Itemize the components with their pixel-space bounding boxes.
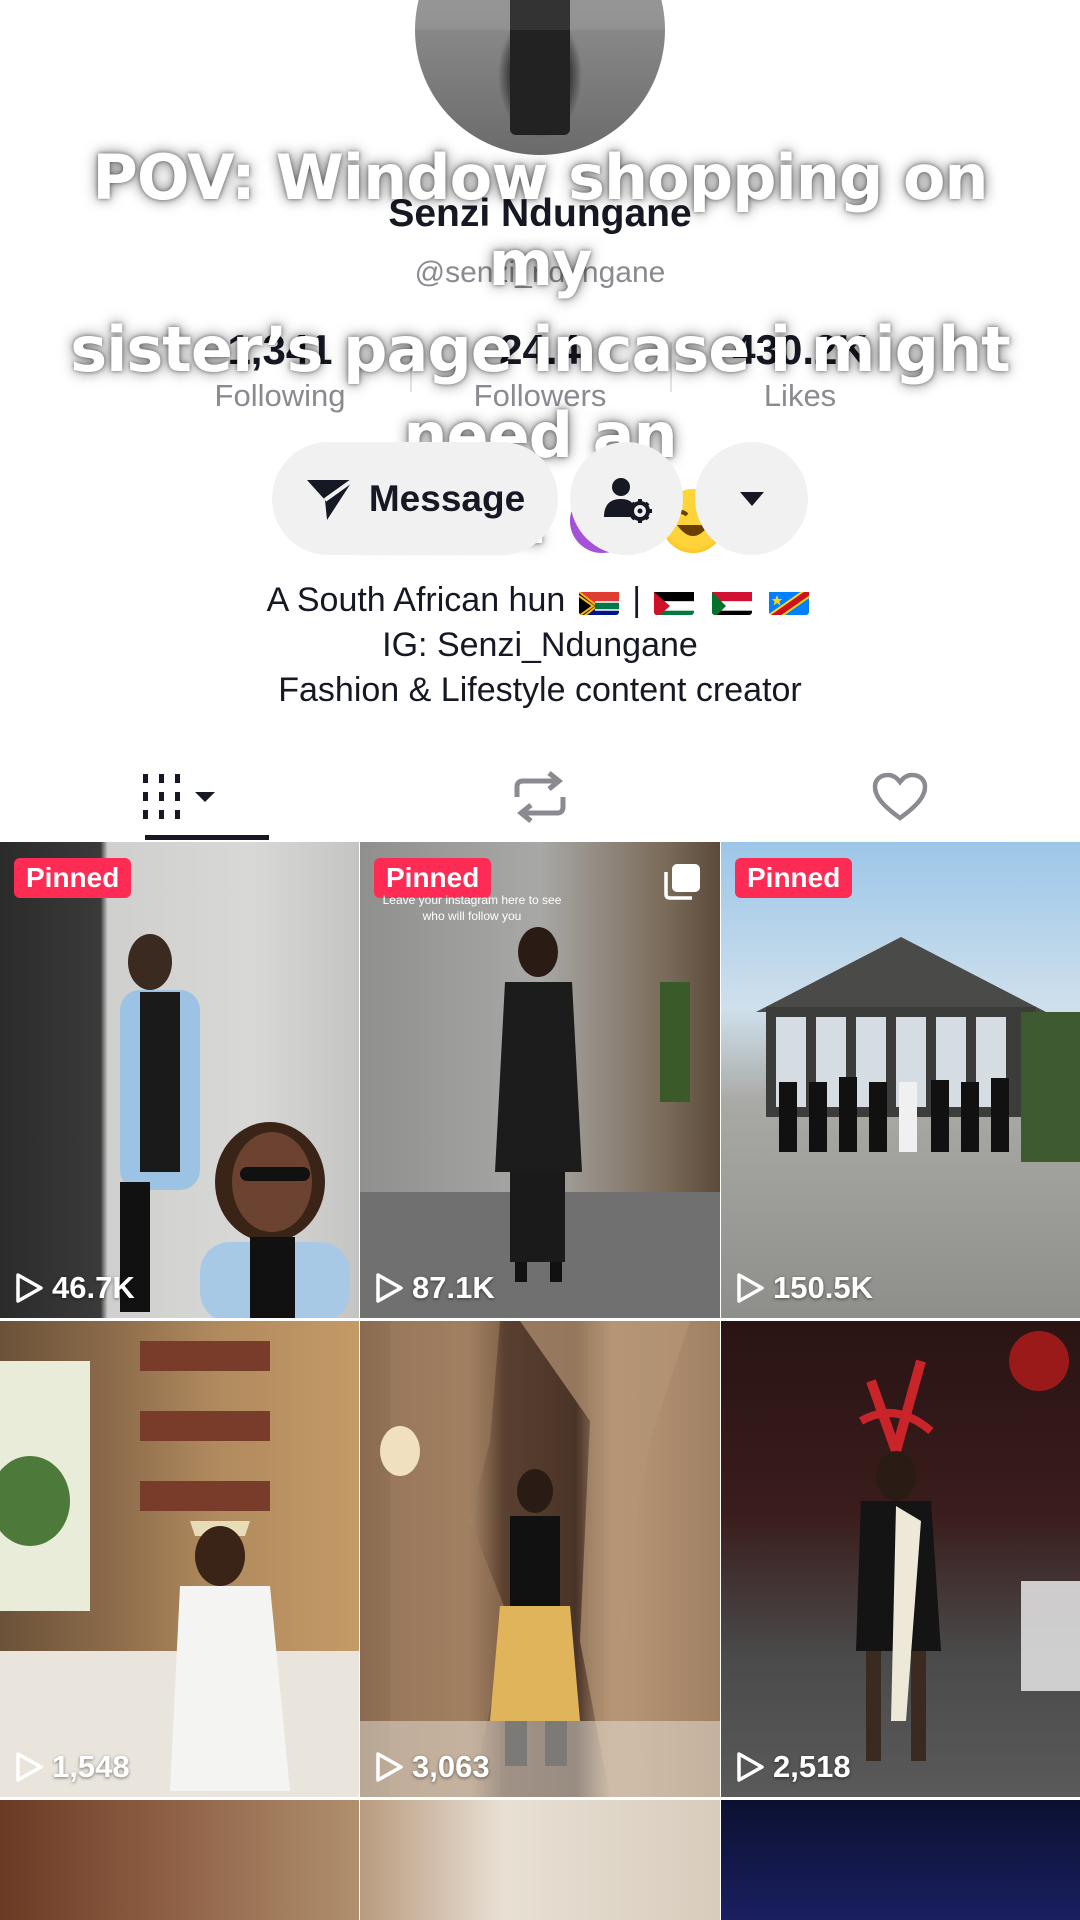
play-icon (737, 1752, 764, 1782)
palestine-flag-icon (654, 587, 695, 615)
play-icon (16, 1273, 43, 1303)
repost-icon (514, 771, 566, 823)
video-thumbnail[interactable] (721, 1800, 1080, 1920)
pinned-badge: Pinned (735, 858, 853, 898)
bio-line-1: A South African hun | (0, 578, 1080, 623)
tab-liked[interactable] (720, 752, 1080, 842)
video-grid: Pinned 46.7K Pinned Leave your instagram… (0, 842, 1080, 1920)
video-thumbnail[interactable]: 3,063 (360, 1321, 720, 1797)
message-button-label: Message (368, 477, 526, 519)
carousel-icon (664, 864, 700, 900)
photo-woman-ysl (856, 1331, 1080, 1761)
person-gear-icon (603, 477, 652, 523)
video-thumbnail[interactable]: Pinned Leave your instagram here to see … (360, 842, 720, 1318)
video-thumbnail[interactable]: Pinned 150.5K (721, 842, 1080, 1318)
thumbnail-caption: Leave your instagram here to see who wil… (382, 893, 562, 923)
view-count: 87.1K (374, 1270, 495, 1306)
caption-line-1: POV: Window shopping on my (92, 141, 988, 300)
view-count: 3,063 (374, 1749, 490, 1785)
play-icon (16, 1752, 43, 1782)
dr-congo-flag-icon (769, 587, 810, 615)
video-thumbnail[interactable]: 2,518 (721, 1321, 1080, 1797)
view-count: 150.5K (735, 1270, 873, 1306)
profile-avatar[interactable] (415, 0, 665, 155)
photo-woman-blue-coat (120, 934, 350, 1318)
triangle-down-icon (739, 491, 764, 506)
active-tab-indicator (145, 835, 269, 840)
profile-actions: Message (272, 442, 808, 555)
profile-tabs (0, 752, 1080, 842)
video-thumbnail[interactable] (360, 1800, 720, 1920)
photo-woman-library (0, 1341, 359, 1797)
heart-icon (872, 772, 928, 821)
video-thumbnail[interactable]: Pinned 46.7K (0, 842, 359, 1318)
video-thumbnail[interactable]: 1,548 (0, 1321, 359, 1797)
message-button[interactable]: Message (272, 442, 558, 555)
play-icon (376, 1273, 403, 1303)
play-icon (376, 1752, 403, 1782)
view-count: 2,518 (735, 1749, 851, 1785)
view-count: 1,548 (14, 1749, 130, 1785)
photo-group-glasshouse (756, 937, 1080, 1162)
more-dropdown-button[interactable] (695, 442, 808, 555)
sudan-flag-icon (711, 587, 752, 615)
play-icon (737, 1273, 764, 1303)
south-africa-flag-icon (578, 587, 619, 615)
pinned-badge: Pinned (14, 858, 132, 898)
send-icon (306, 477, 355, 520)
bio-line-2[interactable]: IG: Senzi_Ndungane (0, 623, 1080, 668)
view-count: 46.7K (14, 1270, 135, 1306)
tab-reposts[interactable] (360, 752, 720, 842)
tab-videos[interactable] (0, 752, 360, 842)
grid-sort-icon (143, 774, 215, 819)
friend-settings-button[interactable] (570, 442, 683, 555)
profile-bio: A South African hun | IG: Senzi_Ndungane… (0, 578, 1080, 713)
bio-line-3: Fashion & Lifestyle content creator (278, 671, 802, 709)
photo-woman-mirror-selfie (360, 1321, 720, 1797)
video-thumbnail[interactable] (0, 1800, 359, 1920)
